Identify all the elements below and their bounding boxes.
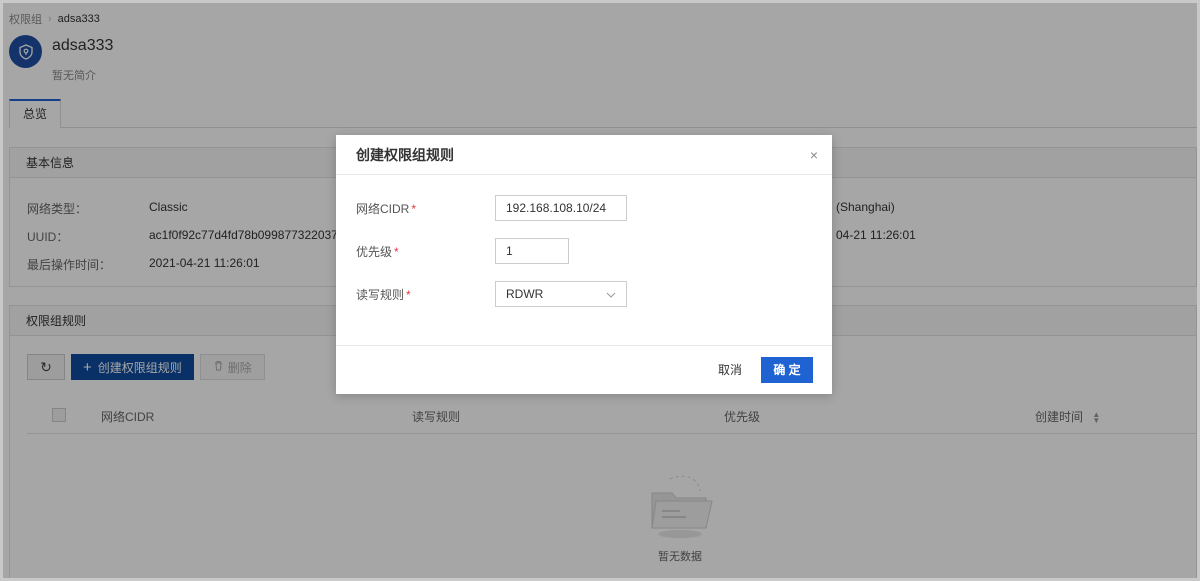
cancel-button[interactable]: 取消 xyxy=(712,357,748,383)
rw-rule-select[interactable]: RDWR xyxy=(495,281,627,307)
cidr-label: 网络CIDR * xyxy=(356,201,417,216)
create-rule-dialog: 创建权限组规则 × 网络CIDR * 192.168.108.10/24 优先级 *… xyxy=(336,135,832,394)
confirm-button[interactable]: 确 定 xyxy=(761,357,813,383)
required-mark: * xyxy=(394,244,399,259)
cidr-input[interactable]: 192.168.108.10/24 xyxy=(495,195,627,221)
priority-label: 优先级 * xyxy=(356,244,399,259)
form-row-priority: 优先级 * 1 xyxy=(356,238,569,264)
rw-rule-label: 读写规则 * xyxy=(356,287,411,302)
required-mark: * xyxy=(406,287,411,302)
dialog-title: 创建权限组规则 xyxy=(356,147,454,163)
page: 权限组 › adsa333 adsa333 暂无简介 总览 基本信息 网络类型：… xyxy=(3,3,1197,578)
chevron-down-icon xyxy=(606,287,616,301)
required-mark: * xyxy=(411,201,417,216)
dialog-header: 创建权限组规则 × xyxy=(336,135,832,175)
dialog-footer: 取消 确 定 xyxy=(336,345,832,394)
form-row-rw-rule: 读写规则 * RDWR xyxy=(356,281,627,307)
priority-input[interactable]: 1 xyxy=(495,238,569,264)
close-icon[interactable]: × xyxy=(810,135,818,175)
rw-rule-selected: RDWR xyxy=(506,287,544,301)
form-row-cidr: 网络CIDR * 192.168.108.10/24 xyxy=(356,195,627,221)
